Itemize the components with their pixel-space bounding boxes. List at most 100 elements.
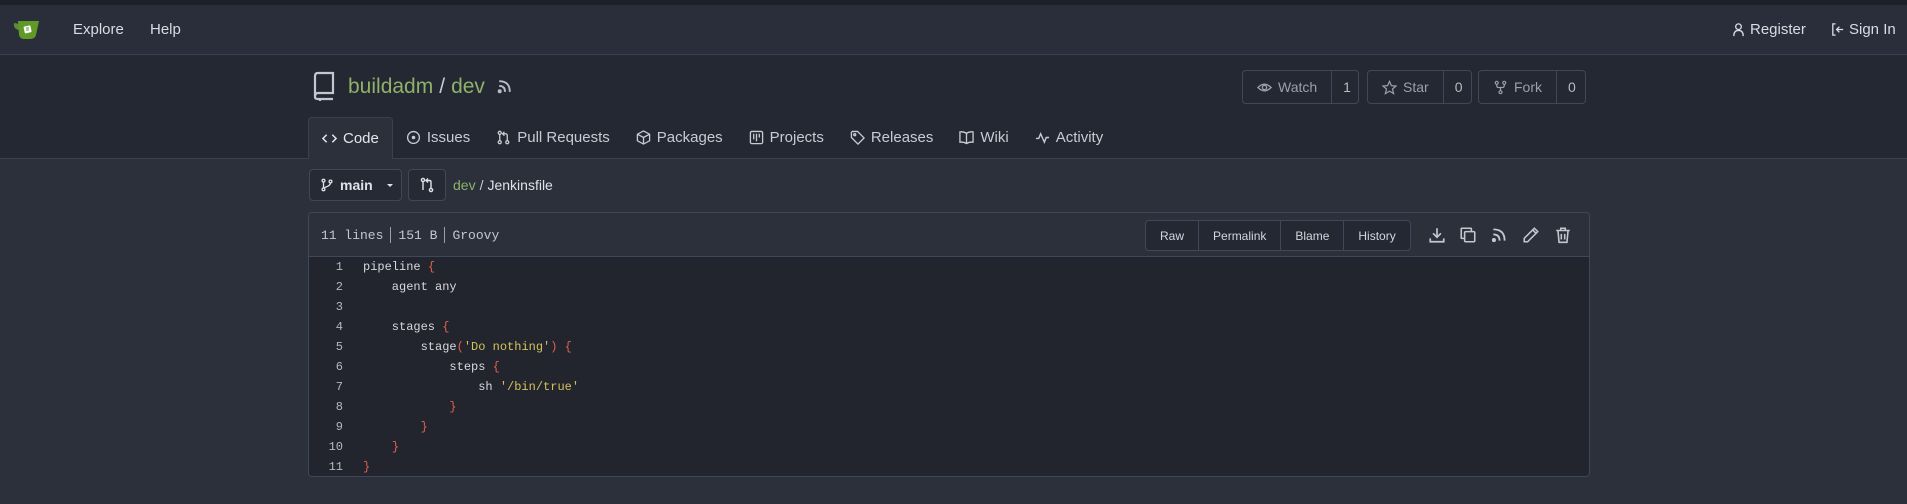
- line-number[interactable]: 1: [309, 260, 363, 274]
- watch-button-group: Watch 1: [1242, 70, 1359, 104]
- code-token: (: [456, 340, 464, 354]
- fork-button[interactable]: Fork: [1479, 71, 1557, 103]
- line-content: stage('Do nothing') {: [363, 340, 572, 354]
- tab-projects[interactable]: Projects: [736, 117, 837, 158]
- tab-pull-requests-label: Pull Requests: [517, 129, 610, 146]
- project-icon: [749, 130, 763, 145]
- code-line: 7 sh '/bin/true': [309, 377, 1589, 397]
- star-count[interactable]: 0: [1444, 71, 1474, 103]
- code-line: 8 }: [309, 397, 1589, 417]
- download-icon[interactable]: [1428, 226, 1446, 244]
- history-button[interactable]: History: [1344, 221, 1409, 250]
- tab-issues[interactable]: Issues: [393, 117, 483, 158]
- code-line: 1 pipeline {: [309, 257, 1589, 277]
- file-language: Groovy: [452, 227, 500, 243]
- line-number[interactable]: 11: [309, 460, 363, 474]
- line-content: pipeline {: [363, 260, 435, 274]
- person-add-icon: [1733, 23, 1744, 37]
- watch-label: Watch: [1278, 79, 1318, 95]
- repo-owner-link[interactable]: buildadm: [348, 75, 433, 99]
- code-line: 5 stage('Do nothing') {: [309, 337, 1589, 357]
- line-number[interactable]: 6: [309, 360, 363, 374]
- compare-button[interactable]: [408, 169, 446, 201]
- tab-issues-label: Issues: [426, 129, 471, 146]
- fork-icon: [1494, 80, 1507, 94]
- rss-icon[interactable]: [496, 78, 513, 95]
- line-number[interactable]: 3: [309, 300, 363, 314]
- code-line: 10 }: [309, 437, 1589, 457]
- sign-in-icon: [1832, 23, 1844, 36]
- branch-selector[interactable]: main: [309, 169, 402, 201]
- repo-header: buildadm / dev Watch 1 Star 0 Fork 0 Cod…: [0, 55, 1907, 159]
- raw-button[interactable]: Raw: [1146, 221, 1200, 250]
- code-token: {: [442, 320, 450, 334]
- copy-icon[interactable]: [1459, 226, 1477, 244]
- code-area: 1 pipeline {2 agent any 3 4 stages {5 stage…: [309, 257, 1589, 476]
- line-number[interactable]: 2: [309, 280, 363, 294]
- tab-pull-requests[interactable]: Pull Requests: [483, 117, 623, 158]
- trash-icon[interactable]: [1554, 226, 1572, 244]
- watch-count[interactable]: 1: [1332, 71, 1362, 103]
- code-token: }: [449, 400, 457, 414]
- navbar: Explore Help Register Sign In: [0, 5, 1907, 55]
- code-token: '/bin/true': [499, 380, 580, 394]
- tag-icon: [850, 130, 865, 145]
- permalink-button[interactable]: Permalink: [1199, 221, 1282, 250]
- code-line: 11}: [309, 457, 1589, 476]
- tab-packages[interactable]: Packages: [623, 117, 736, 158]
- line-number[interactable]: 4: [309, 320, 363, 334]
- fork-button-group: Fork 0: [1478, 70, 1586, 104]
- line-content: }: [363, 420, 428, 434]
- code-line: 4 stages {: [309, 317, 1589, 337]
- blame-button[interactable]: Blame: [1281, 221, 1345, 250]
- issue-icon: [406, 130, 420, 145]
- rss-feed-icon[interactable]: [1490, 226, 1508, 244]
- line-number[interactable]: 7: [309, 380, 363, 394]
- code-line: 2 agent any: [309, 277, 1589, 297]
- register-link[interactable]: Register: [1731, 21, 1806, 38]
- fork-count[interactable]: 0: [1557, 71, 1587, 103]
- line-content: }: [363, 460, 370, 474]
- register-label: Register: [1750, 21, 1806, 38]
- line-content: stages {: [363, 320, 450, 334]
- file-info-divider: [390, 227, 392, 243]
- tab-wiki-label: Wiki: [980, 129, 1009, 146]
- tab-wiki[interactable]: Wiki: [946, 117, 1021, 158]
- gitea-logo-icon[interactable]: [12, 17, 42, 41]
- line-number[interactable]: 5: [309, 340, 363, 354]
- pull-request-icon: [497, 130, 510, 145]
- code-token: }: [420, 420, 428, 434]
- breadcrumb-repo-link[interactable]: dev: [453, 177, 476, 193]
- edit-pencil-icon[interactable]: [1522, 226, 1540, 244]
- line-number[interactable]: 10: [309, 440, 363, 454]
- nav-help[interactable]: Help: [150, 21, 181, 38]
- code-token: stages: [363, 320, 443, 334]
- repo-name-link[interactable]: dev: [451, 75, 485, 99]
- code-token: }: [363, 460, 371, 474]
- nav-explore[interactable]: Explore: [73, 21, 124, 38]
- pulse-icon: [1035, 131, 1049, 144]
- package-icon: [636, 130, 651, 145]
- tab-activity[interactable]: Activity: [1022, 117, 1117, 158]
- file-view: 11 lines 151 B Groovy Raw Permalink Blam…: [308, 212, 1590, 477]
- tab-code[interactable]: Code: [308, 117, 393, 159]
- tab-projects-label: Projects: [769, 129, 824, 146]
- eye-icon: [1257, 83, 1272, 91]
- caret-down-icon: [386, 184, 393, 187]
- code-token: stage: [363, 340, 457, 354]
- line-number[interactable]: 9: [309, 420, 363, 434]
- star-button[interactable]: Star: [1368, 71, 1444, 103]
- breadcrumb-separator: /: [479, 177, 484, 193]
- file-info-divider: [444, 227, 446, 243]
- book-icon: [959, 131, 975, 145]
- star-icon: [1382, 79, 1397, 95]
- branch-icon: [321, 178, 333, 192]
- file-size: 151 B: [398, 227, 438, 243]
- tab-releases[interactable]: Releases: [837, 117, 947, 158]
- line-number[interactable]: 8: [309, 400, 363, 414]
- sign-in-link[interactable]: Sign In: [1830, 21, 1896, 38]
- watch-button[interactable]: Watch: [1243, 71, 1333, 103]
